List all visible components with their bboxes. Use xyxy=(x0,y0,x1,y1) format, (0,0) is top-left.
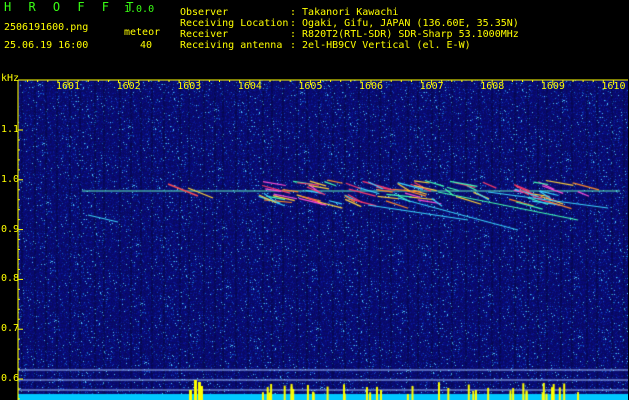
time-tick-label: 1606 xyxy=(359,81,384,92)
frequency-tick-label: 1.0 xyxy=(1,173,20,185)
time-tick-label: 1610 xyxy=(601,81,626,92)
frequency-tick-label: 0.6 xyxy=(1,373,20,384)
frequency-tick-label: 0.7 xyxy=(1,323,20,335)
time-tick-label: 1603 xyxy=(177,81,202,92)
y-unit-label: kHz xyxy=(1,73,20,84)
time-tick-label: 1609 xyxy=(540,81,565,92)
time-tick-label: 1601 xyxy=(56,81,81,92)
time-tick-label: 1604 xyxy=(237,81,262,92)
time-tick-label: 1607 xyxy=(419,81,444,92)
time-tick-label: 1602 xyxy=(116,81,141,92)
frequency-tick-label: 1.1 xyxy=(1,124,20,135)
time-tick-label: 1605 xyxy=(298,81,323,92)
plot-axes xyxy=(17,79,628,400)
frequency-tick-label: 0.8 xyxy=(1,273,20,285)
frequency-tick-label: 0.9 xyxy=(1,223,20,235)
time-tick-label: 1608 xyxy=(480,81,505,92)
